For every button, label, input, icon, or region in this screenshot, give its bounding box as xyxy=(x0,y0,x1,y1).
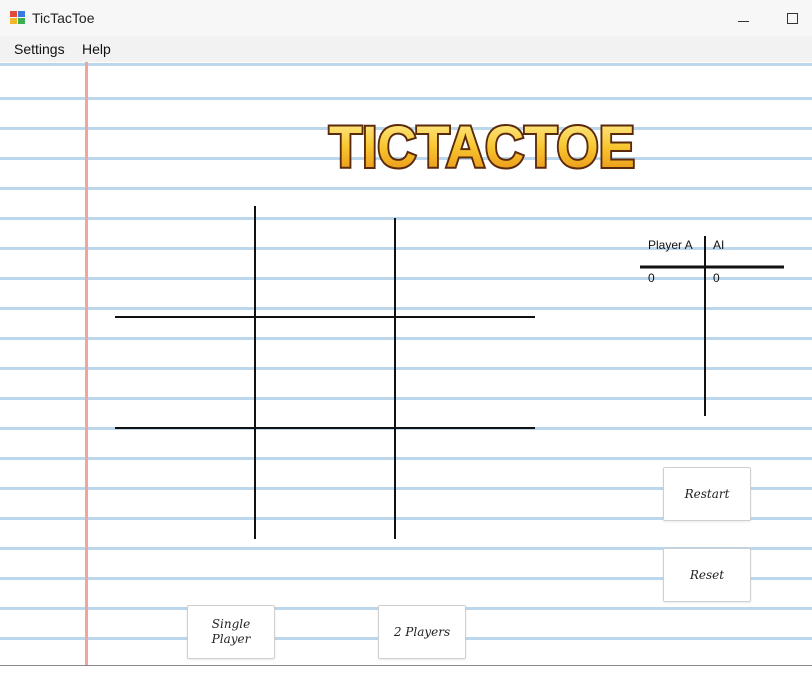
menu-bar: Settings Help xyxy=(0,36,812,62)
tictactoe-logo: TICTACTOE xyxy=(327,113,637,182)
two-players-button-label: 2 Players xyxy=(393,624,451,639)
ai-score: 0 xyxy=(713,271,720,285)
board-cell-6[interactable] xyxy=(396,318,534,426)
margin-line xyxy=(85,62,88,666)
menu-settings[interactable]: Settings xyxy=(14,41,65,57)
board-cell-9[interactable] xyxy=(396,429,534,537)
board-cell-1[interactable] xyxy=(116,208,254,316)
ai-label: AI xyxy=(713,238,725,252)
player-a-score: 0 xyxy=(648,271,655,285)
restart-button-label: Restart xyxy=(684,486,730,501)
two-players-button[interactable]: 2 Players xyxy=(378,605,466,659)
reset-button[interactable]: Reset xyxy=(663,548,751,602)
single-player-button[interactable]: Single Player xyxy=(187,605,275,659)
board-cell-8[interactable] xyxy=(256,429,394,537)
player-a-label: Player A xyxy=(648,238,693,252)
window-bottom-border xyxy=(0,665,812,666)
restart-button[interactable]: Restart xyxy=(663,467,751,521)
svg-text:TICTACTOE: TICTACTOE xyxy=(329,115,635,180)
single-player-button-label: Single Player xyxy=(211,617,251,646)
menu-help[interactable]: Help xyxy=(82,41,111,57)
minimize-button[interactable] xyxy=(720,2,766,36)
board-cell-2[interactable] xyxy=(256,208,394,316)
board-cell-4[interactable] xyxy=(116,318,254,426)
window-title: TicTacToe xyxy=(32,10,95,26)
reset-button-label: Reset xyxy=(689,567,725,582)
maximize-button[interactable] xyxy=(768,2,812,36)
board-cell-3[interactable] xyxy=(396,208,534,316)
app-grid-icon xyxy=(10,11,26,25)
title-bar: TicTacToe xyxy=(0,0,812,36)
board-cell-7[interactable] xyxy=(116,429,254,537)
board-cell-5[interactable] xyxy=(256,318,394,426)
